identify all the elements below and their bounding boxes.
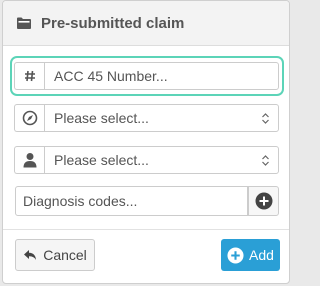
select-arrows-icon (262, 155, 269, 166)
folder-icon (16, 16, 32, 30)
modal-title: Pre-submitted claim (41, 14, 185, 32)
hash-icon (14, 62, 44, 90)
person-select-value: Please select... (54, 152, 149, 168)
person-select-group: Please select... (14, 146, 279, 174)
select-arrows-icon (262, 113, 269, 124)
diagnosis-codes-input[interactable]: Diagnosis codes... (15, 186, 248, 216)
modal-header: Pre-submitted claim (3, 1, 289, 46)
user-icon (14, 146, 44, 174)
cancel-button[interactable]: Cancel (15, 239, 95, 271)
person-select[interactable]: Please select... (44, 146, 279, 174)
pre-submitted-claim-modal: Pre-submitted claim ACC 45 Number... Ple… (2, 0, 290, 284)
acc-number-input[interactable]: ACC 45 Number... (44, 62, 279, 90)
acc-number-group: ACC 45 Number... (14, 62, 279, 90)
add-label: Add (249, 247, 274, 263)
provider-select-group: Please select... (14, 104, 279, 132)
footer-divider (3, 229, 289, 230)
cancel-label: Cancel (43, 247, 87, 263)
add-button[interactable]: Add (221, 239, 280, 271)
plus-circle-icon (255, 192, 272, 210)
provider-select[interactable]: Please select... (44, 104, 279, 132)
add-diagnosis-button[interactable] (248, 186, 279, 216)
reply-icon (24, 250, 37, 260)
provider-select-value: Please select... (54, 110, 149, 126)
plus-circle-icon (227, 246, 244, 264)
compass-icon (14, 104, 44, 132)
